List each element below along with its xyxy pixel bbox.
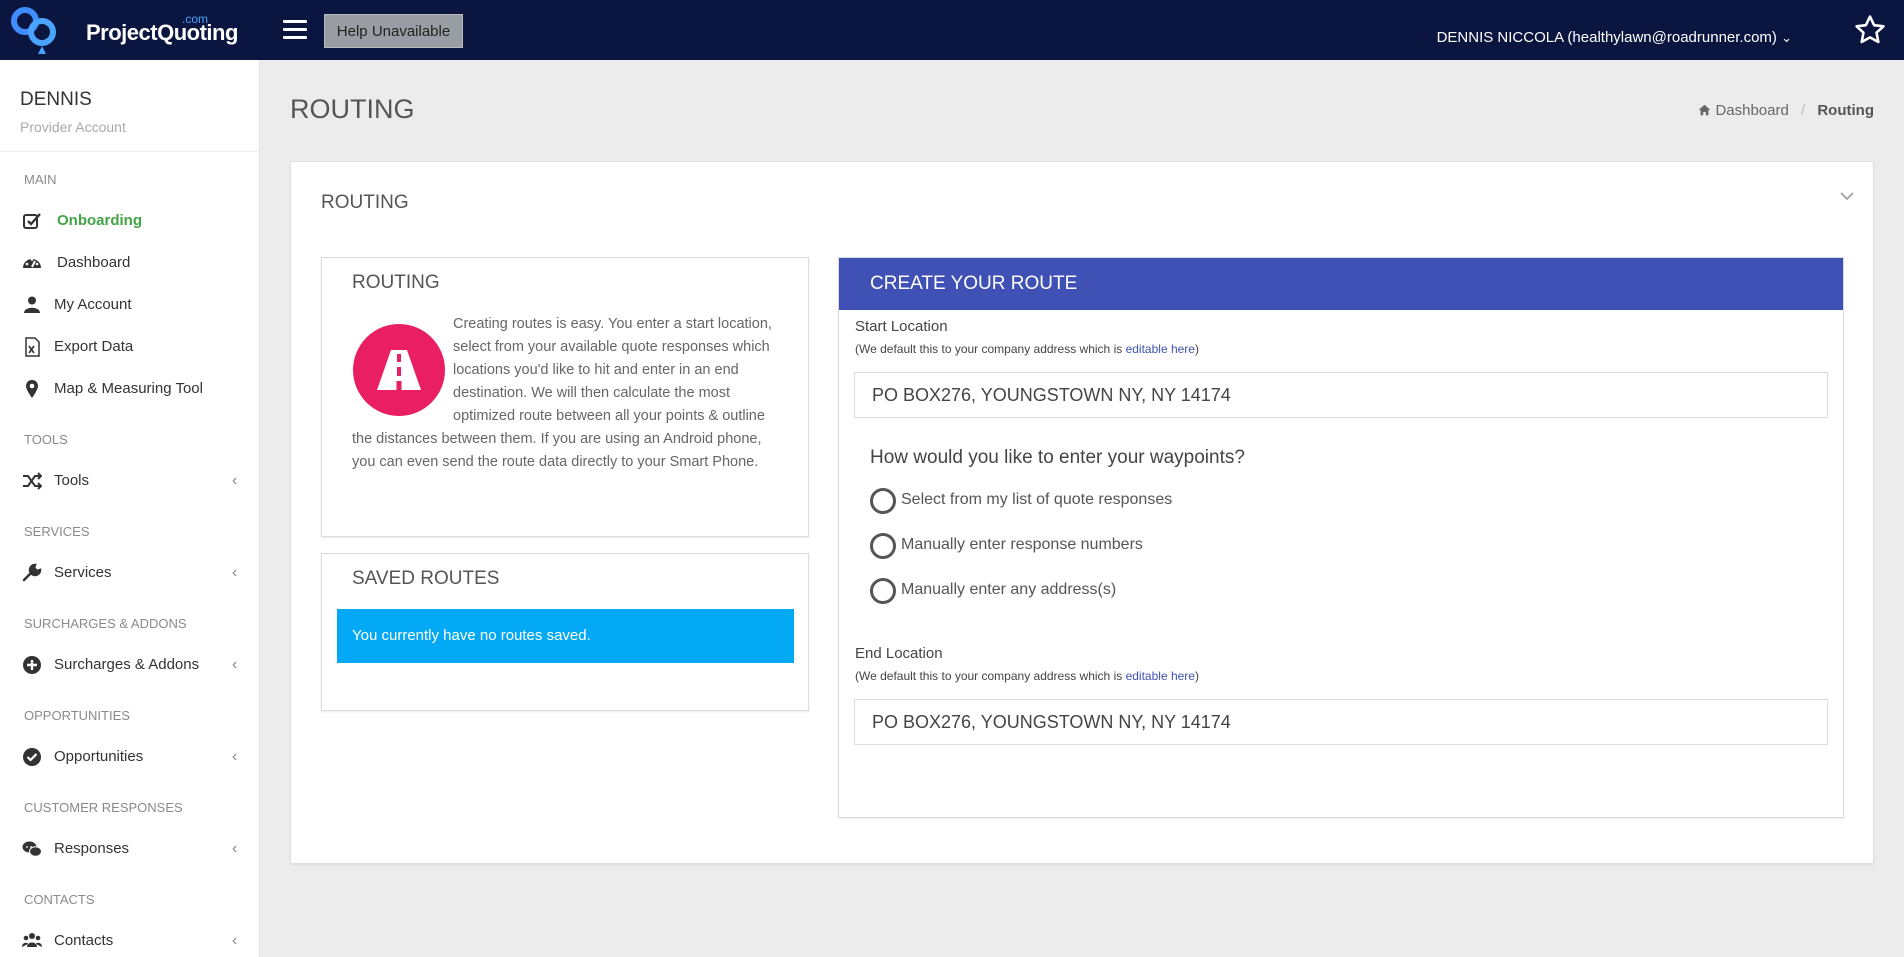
radio-circle[interactable]	[870, 533, 896, 559]
sidebar-item-services[interactable]: Services ‹	[0, 556, 258, 590]
saved-routes-panel: SAVED ROUTES You currently have no route…	[321, 553, 809, 711]
editable-here-link[interactable]: editable here	[1126, 669, 1195, 683]
section-title-services: SERVICES	[24, 524, 90, 539]
sidebar-item-map-tool[interactable]: Map & Measuring Tool	[0, 372, 258, 406]
start-location-label: Start Location	[855, 318, 948, 335]
sidebar-item-label: Services	[54, 564, 112, 581]
start-location-help: (We default this to your company address…	[855, 342, 1199, 356]
location-pin-logo-icon	[11, 7, 56, 54]
sidebar-item-label: My Account	[54, 296, 132, 313]
sidebar-item-label: Onboarding	[57, 212, 142, 229]
section-title-responses: CUSTOMER RESPONSES	[24, 800, 183, 815]
sidebar-item-dashboard[interactable]: Dashboard	[0, 246, 258, 280]
chevron-left-icon: ‹	[232, 472, 238, 489]
user-icon	[24, 296, 40, 313]
breadcrumb-home-label: Dashboard	[1715, 102, 1789, 119]
card-title: ROUTING	[321, 192, 409, 213]
routing-info-panel: ROUTING Creating routes is easy. You ent…	[321, 257, 809, 537]
menu-toggle-icon[interactable]	[283, 20, 307, 40]
page-title: ROUTING	[290, 94, 415, 124]
chevron-down-icon: ⌄	[1781, 30, 1792, 45]
routing-card: ROUTING ROUTING Creating routes is easy.…	[290, 161, 1874, 864]
sidebar-item-label: Surcharges & Addons	[54, 656, 200, 673]
routing-description: Creating routes is easy. You enter a sta…	[352, 313, 782, 474]
shuffle-icon	[23, 472, 42, 490]
saved-routes-title: SAVED ROUTES	[352, 568, 500, 589]
home-icon	[1698, 104, 1711, 116]
no-routes-alert: You currently have no routes saved.	[337, 609, 794, 663]
chevron-left-icon: ‹	[232, 748, 238, 765]
brand-name: ProjectQuoting	[86, 20, 238, 45]
sidebar-item-opportunities[interactable]: Opportunities ‹	[0, 740, 258, 774]
star-icon[interactable]	[1852, 13, 1888, 47]
section-title-surcharges: SURCHARGES & ADDONS	[24, 616, 187, 631]
create-route-header: CREATE YOUR ROUTE	[839, 258, 1843, 310]
user-menu-label: DENNIS NICCOLA (healthylawn@roadrunner.c…	[1436, 29, 1777, 46]
sidebar: DENNIS Provider Account MAIN Onboarding …	[0, 60, 260, 957]
radio-circle[interactable]	[870, 578, 896, 604]
sidebar-item-tools[interactable]: Tools ‹	[0, 464, 258, 498]
radio-label: Manually enter any address(s)	[901, 581, 1117, 598]
section-title-main: MAIN	[24, 172, 57, 187]
map-marker-icon	[26, 380, 38, 398]
chevron-left-icon: ‹	[232, 564, 238, 581]
section-title-opportunities: OPPORTUNITIES	[24, 708, 130, 723]
end-location-help: (We default this to your company address…	[855, 669, 1199, 683]
checkbox-checked-icon	[23, 213, 41, 229]
radio-label: Select from my list of quote responses	[901, 491, 1173, 508]
user-menu[interactable]: DENNIS NICCOLA (healthylawn@roadrunner.c…	[1437, 29, 1792, 46]
sidebar-item-label: Dashboard	[57, 254, 131, 271]
sidebar-item-label: Opportunities	[54, 748, 144, 765]
chevron-down-icon[interactable]	[1839, 188, 1855, 204]
sidebar-item-label: Responses	[54, 840, 130, 857]
section-title-contacts: CONTACTS	[24, 892, 95, 907]
create-route-panel: CREATE YOUR ROUTE Start Location (We def…	[838, 257, 1844, 818]
users-group-icon	[22, 933, 42, 947]
radio-circle[interactable]	[870, 488, 896, 514]
editable-here-link[interactable]: editable here	[1126, 342, 1195, 356]
sidebar-item-label: Map & Measuring Tool	[54, 380, 203, 397]
profile-block: DENNIS Provider Account	[0, 60, 259, 152]
check-circle-icon	[23, 748, 41, 766]
sidebar-item-my-account[interactable]: My Account	[0, 288, 258, 322]
radio-label: Manually enter response numbers	[901, 536, 1143, 553]
breadcrumb-home[interactable]: Dashboard	[1698, 102, 1793, 119]
section-title-tools: TOOLS	[24, 432, 68, 447]
sidebar-item-label: Contacts	[54, 932, 114, 949]
sidebar-item-surcharges[interactable]: Surcharges & Addons ‹	[0, 648, 258, 682]
routing-info-title: ROUTING	[352, 272, 440, 293]
breadcrumb-separator: /	[1801, 102, 1806, 119]
help-button[interactable]: Help Unavailable	[324, 14, 463, 48]
brand-logo[interactable]: ProjectQuoting .com	[8, 4, 238, 56]
chat-bubbles-icon	[22, 841, 42, 857]
start-location-input[interactable]	[854, 372, 1828, 418]
sidebar-item-onboarding[interactable]: Onboarding	[0, 204, 258, 238]
chevron-left-icon: ‹	[232, 656, 238, 673]
brand-suffix: .com	[182, 12, 209, 26]
excel-file-icon	[25, 337, 40, 357]
plus-circle-icon	[23, 656, 41, 674]
top-navbar: ProjectQuoting .com Help Unavailable DEN…	[0, 0, 1904, 60]
profile-account-type: Provider Account	[20, 119, 126, 135]
breadcrumb: Dashboard / Routing	[1698, 102, 1874, 119]
sidebar-item-label: Export Data	[54, 338, 134, 355]
create-route-title: CREATE YOUR ROUTE	[870, 273, 1078, 294]
end-location-input[interactable]	[854, 699, 1828, 745]
waypoint-question: How would you like to enter your waypoin…	[870, 447, 1245, 468]
sidebar-item-responses[interactable]: Responses ‹	[0, 832, 258, 866]
sidebar-item-label: Tools	[54, 472, 90, 489]
profile-name: DENNIS	[20, 89, 92, 110]
wrench-icon	[22, 563, 42, 582]
chevron-left-icon: ‹	[232, 932, 238, 949]
chevron-left-icon: ‹	[232, 840, 238, 857]
sidebar-item-export-data[interactable]: Export Data	[0, 330, 258, 364]
breadcrumb-current: Routing	[1817, 102, 1874, 119]
end-location-label: End Location	[855, 645, 943, 662]
dashboard-gauge-icon	[23, 258, 41, 268]
sidebar-item-contacts[interactable]: Contacts ‹	[0, 924, 258, 957]
